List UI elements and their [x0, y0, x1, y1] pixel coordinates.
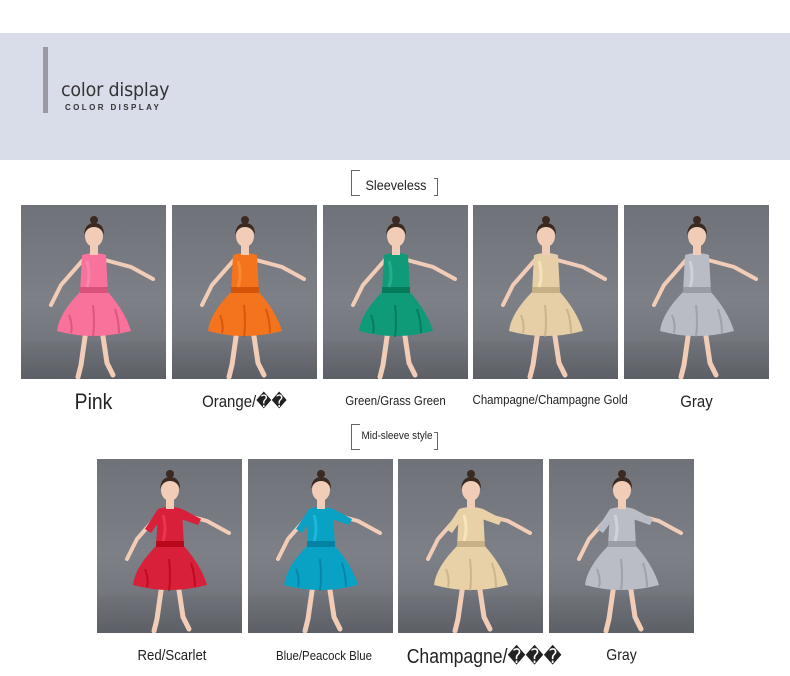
- caption-red: Red/Scarlet: [137, 647, 207, 664]
- dress-image: [577, 470, 683, 633]
- product-tile-red[interactable]: [97, 459, 242, 633]
- product-tile-orange[interactable]: [172, 205, 317, 379]
- section-label-sleeveless: Sleeveless: [365, 177, 427, 193]
- caption-green: Green/Grass Green: [345, 393, 446, 408]
- product-tile-champagne[interactable]: [473, 205, 618, 379]
- section-bracket-left: [351, 170, 360, 196]
- section-bracket-right: [434, 178, 438, 196]
- page-subtitle: COLOR DISPLAY: [65, 103, 162, 112]
- section-bracket-right: [434, 432, 438, 450]
- header-banner: color display COLOR DISPLAY: [0, 33, 790, 160]
- caption-gray: Gray: [680, 392, 713, 411]
- page-title: color display: [61, 79, 170, 101]
- caption-pink: Pink: [74, 389, 113, 414]
- dress-image: [351, 216, 457, 379]
- banner-accent-bar: [43, 47, 48, 113]
- product-tile-green[interactable]: [323, 205, 468, 379]
- section-label-mid-sleeve: Mid-sleeve style: [361, 430, 433, 442]
- product-tile-gray[interactable]: [624, 205, 769, 379]
- dress-image: [426, 470, 532, 633]
- section-bracket-left: [351, 424, 360, 450]
- product-tile-blue[interactable]: [248, 459, 393, 633]
- product-tile-pink[interactable]: [21, 205, 166, 379]
- caption-blue: Blue/Peacock Blue: [275, 648, 373, 663]
- product-tile-champagne-mid[interactable]: [398, 459, 543, 633]
- dress-image: [501, 216, 607, 379]
- caption-gray-mid: Gray: [606, 647, 637, 664]
- dress-image: [125, 470, 231, 633]
- product-tile-gray-mid[interactable]: [549, 459, 694, 633]
- caption-champagne-mid: Champagne/���: [406, 646, 562, 668]
- dress-image: [200, 216, 306, 379]
- dress-image: [276, 470, 382, 633]
- dress-image: [49, 216, 155, 379]
- dress-image: [652, 216, 758, 379]
- caption-champagne: Champagne/Champagne Gold: [472, 392, 628, 407]
- caption-orange: Orange/��: [202, 392, 287, 411]
